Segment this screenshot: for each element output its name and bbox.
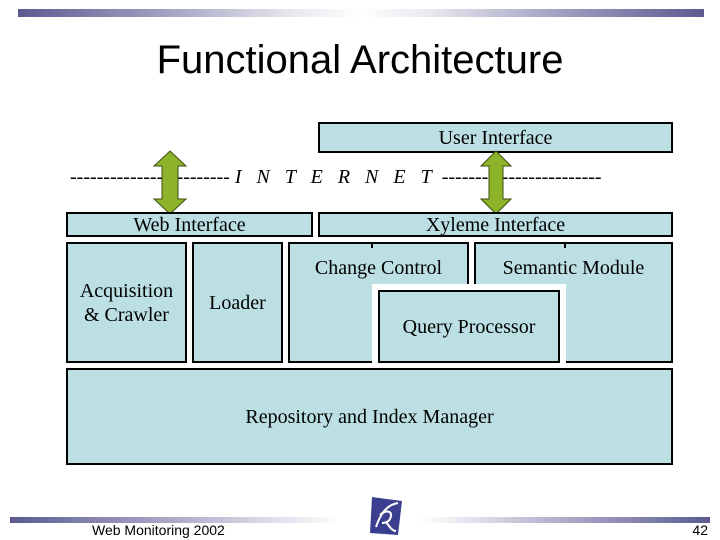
query-processor-box: Query Processor [378, 290, 560, 363]
web-interface-box: Web Interface [66, 212, 313, 237]
user-interface-box: User Interface [318, 122, 673, 153]
slide-title: Functional Architecture [156, 38, 564, 82]
inria-logo-icon [370, 497, 402, 535]
user-interface-label: User Interface [438, 126, 553, 149]
xyleme-interface-label: Xyleme Interface [425, 213, 566, 236]
internet-dashes-left: ------------------------ [70, 166, 230, 188]
loader-label: Loader [209, 291, 266, 314]
repository-label: Repository and Index Manager [245, 405, 494, 428]
loader-box: Loader [192, 242, 283, 363]
semantic-module-label: Semantic Module [502, 257, 645, 279]
xyleme-interface-box: Xyleme Interface [318, 212, 673, 237]
acquisition-label: Acquisition [79, 279, 174, 302]
internet-dashes-right: ------------------------ [441, 166, 602, 188]
footer-bar-right [420, 517, 710, 523]
web-interface-label: Web Interface [133, 213, 246, 236]
connector-tick [371, 242, 373, 248]
acquisition-crawler-box: Acquisition & Crawler [66, 242, 187, 363]
double-arrow-icon [152, 150, 188, 215]
change-control-label: Change Control [314, 257, 443, 279]
internet-label: I N T E R N E T [234, 166, 437, 188]
repository-index-manager-box: Repository and Index Manager [66, 368, 673, 465]
crawler-label: & Crawler [84, 303, 169, 326]
footer-text: Web Monitoring 2002 [92, 522, 225, 538]
header-bar [18, 9, 704, 17]
query-processor-label: Query Processor [402, 315, 536, 338]
double-arrow-icon [479, 150, 513, 215]
page-number: 42 [692, 522, 708, 538]
connector-tick [564, 242, 566, 248]
